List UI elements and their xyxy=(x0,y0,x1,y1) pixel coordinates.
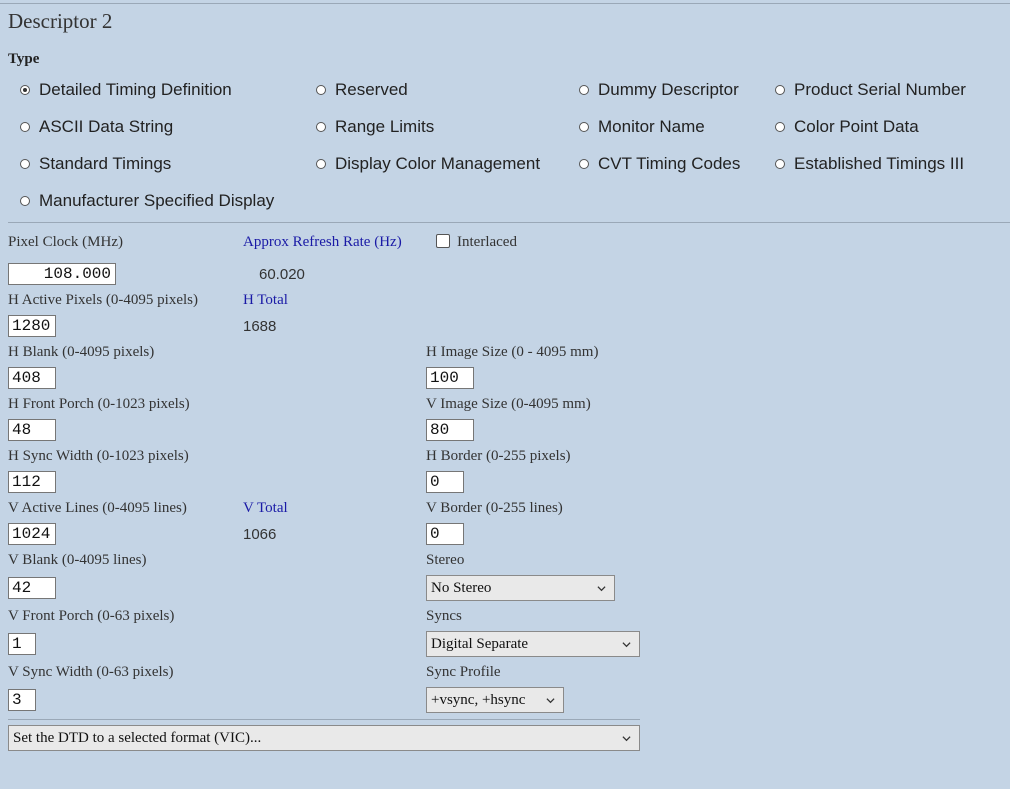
chevron-down-icon xyxy=(622,642,631,648)
top-divider xyxy=(0,3,1010,4)
pixel-clock-input[interactable]: 108.000 xyxy=(8,263,116,285)
v-total-label: V Total xyxy=(243,500,288,516)
h-front-porch-input[interactable]: 48 xyxy=(8,419,56,441)
chevron-down-icon xyxy=(597,586,606,592)
section-divider xyxy=(8,222,1010,223)
v-image-size-label: V Image Size (0-4095 mm) xyxy=(426,396,591,412)
h-front-porch-label: H Front Porch (0-1023 pixels) xyxy=(8,396,190,412)
h-blank-input[interactable]: 408 xyxy=(8,367,56,389)
h-sync-width-input[interactable]: 112 xyxy=(8,471,56,493)
type-label: Type xyxy=(8,51,40,67)
h-image-size-input[interactable]: 100 xyxy=(426,367,474,389)
radio-label: Product Serial Number xyxy=(794,80,966,99)
v-active-label: V Active Lines (0-4095 lines) xyxy=(8,500,187,516)
radio-product-serial-number[interactable]: Product Serial Number xyxy=(775,80,966,100)
radio-label: CVT Timing Codes xyxy=(598,154,741,173)
radio-icon xyxy=(579,122,589,132)
sync-profile-label: Sync Profile xyxy=(426,664,501,680)
interlaced-checkbox[interactable] xyxy=(436,234,450,248)
h-border-input[interactable]: 0 xyxy=(426,471,464,493)
stereo-select-value: No Stereo xyxy=(431,580,492,596)
radio-label: Range Limits xyxy=(335,117,435,136)
radio-icon xyxy=(775,122,785,132)
vic-format-select[interactable]: Set the DTD to a selected format (VIC)..… xyxy=(8,725,640,751)
v-border-label: V Border (0-255 lines) xyxy=(426,500,563,516)
h-image-size-label: H Image Size (0 - 4095 mm) xyxy=(426,344,599,360)
v-border-input[interactable]: 0 xyxy=(426,523,464,545)
h-border-label: H Border (0-255 pixels) xyxy=(426,448,571,464)
radio-label: Color Point Data xyxy=(794,117,919,136)
radio-monitor-name[interactable]: Monitor Name xyxy=(579,117,705,137)
radio-label: Established Timings III xyxy=(794,154,965,173)
syncs-select[interactable]: Digital Separate xyxy=(426,631,640,657)
radio-manufacturer-specified-display[interactable]: Manufacturer Specified Display xyxy=(20,191,274,211)
h-blank-label: H Blank (0-4095 pixels) xyxy=(8,344,155,360)
chevron-down-icon xyxy=(546,698,555,704)
refresh-rate-value: 60.020 xyxy=(259,266,305,283)
radio-dummy-descriptor[interactable]: Dummy Descriptor xyxy=(579,80,739,100)
radio-standard-timings[interactable]: Standard Timings xyxy=(20,154,171,174)
vic-format-select-value: Set the DTD to a selected format (VIC)..… xyxy=(13,730,262,746)
radio-established-timings-iii[interactable]: Established Timings III xyxy=(775,154,964,174)
sync-profile-select-value: +vsync, +hsync xyxy=(431,692,526,708)
radio-icon xyxy=(775,85,785,95)
radio-reserved[interactable]: Reserved xyxy=(316,80,408,100)
radio-label: Detailed Timing Definition xyxy=(39,80,232,99)
v-total-value: 1066 xyxy=(243,526,277,543)
radio-icon xyxy=(579,159,589,169)
radio-icon xyxy=(316,122,326,132)
radio-cvt-timing-codes[interactable]: CVT Timing Codes xyxy=(579,154,740,174)
bottom-divider xyxy=(8,719,640,720)
radio-icon xyxy=(20,159,30,169)
h-total-value: 1688 xyxy=(243,318,277,335)
radio-icon xyxy=(316,85,326,95)
h-sync-width-label: H Sync Width (0-1023 pixels) xyxy=(8,448,189,464)
radio-label: ASCII Data String xyxy=(39,117,174,136)
refresh-rate-label: Approx Refresh Rate (Hz) xyxy=(243,234,402,250)
v-front-porch-label: V Front Porch (0-63 pixels) xyxy=(8,608,175,624)
radio-label: Standard Timings xyxy=(39,154,172,173)
radio-label: Monitor Name xyxy=(598,117,705,136)
pixel-clock-label: Pixel Clock (MHz) xyxy=(8,234,123,250)
h-active-label: H Active Pixels (0-4095 pixels) xyxy=(8,292,198,308)
radio-icon xyxy=(316,159,326,169)
v-image-size-input[interactable]: 80 xyxy=(426,419,474,441)
h-active-input[interactable]: 1280 xyxy=(8,315,56,337)
radio-icon xyxy=(20,196,30,206)
radio-range-limits[interactable]: Range Limits xyxy=(316,117,434,137)
v-blank-input[interactable]: 42 xyxy=(8,577,56,599)
radio-label: Manufacturer Specified Display xyxy=(39,191,275,210)
v-blank-label: V Blank (0-4095 lines) xyxy=(8,552,147,568)
v-sync-width-input[interactable]: 3 xyxy=(8,689,36,711)
section-title: Descriptor 2 xyxy=(8,9,113,33)
radio-selected-icon xyxy=(20,85,30,95)
chevron-down-icon xyxy=(622,736,631,742)
stereo-select[interactable]: No Stereo xyxy=(426,575,615,601)
radio-label: Reserved xyxy=(335,80,408,99)
v-active-input[interactable]: 1024 xyxy=(8,523,56,545)
h-total-label: H Total xyxy=(243,292,288,308)
radio-ascii-data-string[interactable]: ASCII Data String xyxy=(20,117,173,137)
syncs-label: Syncs xyxy=(426,608,462,624)
v-sync-width-label: V Sync Width (0-63 pixels) xyxy=(8,664,174,680)
radio-label: Display Color Management xyxy=(335,154,541,173)
radio-color-point-data[interactable]: Color Point Data xyxy=(775,117,919,137)
radio-icon xyxy=(579,85,589,95)
syncs-select-value: Digital Separate xyxy=(431,636,529,652)
interlaced-label: Interlaced xyxy=(457,234,517,250)
radio-label: Dummy Descriptor xyxy=(598,80,739,99)
v-front-porch-input[interactable]: 1 xyxy=(8,633,36,655)
radio-icon xyxy=(775,159,785,169)
stereo-label: Stereo xyxy=(426,552,465,568)
radio-detailed-timing-definition[interactable]: Detailed Timing Definition xyxy=(20,80,232,100)
radio-icon xyxy=(20,122,30,132)
radio-display-color-management[interactable]: Display Color Management xyxy=(316,154,540,174)
sync-profile-select[interactable]: +vsync, +hsync xyxy=(426,687,564,713)
